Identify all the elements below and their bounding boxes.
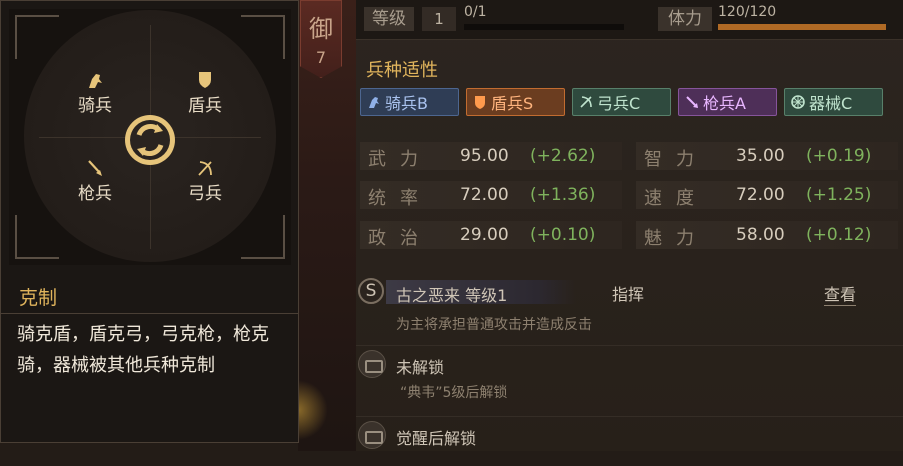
troop-aptitude-bow[interactable]: 弓兵C xyxy=(572,88,671,116)
bow-icon xyxy=(580,96,592,108)
unit-label: 骑兵 xyxy=(78,96,112,116)
stat-bonus: (+1.25) xyxy=(806,185,872,205)
troop-aptitude-cavalry[interactable]: 骑兵B xyxy=(360,88,459,116)
troop-aptitude-machine[interactable]: 器械C xyxy=(784,88,883,116)
stat-name: 智力 xyxy=(644,149,708,170)
unit-shield: 盾兵 xyxy=(175,71,235,116)
troop-aptitude-label: 器械C xyxy=(809,94,853,113)
troop-aptitude-label: 盾兵S xyxy=(491,94,534,113)
stat-row-charm: 魅力 58.00 (+0.12) xyxy=(636,221,898,249)
troop-aptitude-label: 弓兵C xyxy=(597,94,641,113)
skill-entry[interactable]: S 古之恶来 等级1 指挥 查看 为主将承担普通攻击并造成反击 xyxy=(356,276,903,340)
cycle-arrows-icon xyxy=(125,115,175,165)
stamina-text: 120/120 xyxy=(718,4,777,20)
bow-icon xyxy=(198,161,212,176)
locked-skill-slot[interactable]: 觉醒后解锁 xyxy=(356,416,903,466)
stat-name: 政治 xyxy=(368,228,432,249)
stat-bonus: (+1.36) xyxy=(530,185,596,205)
counter-title: 克制 xyxy=(19,287,58,309)
locked-slot-desc: “典韦”5级后解锁 xyxy=(400,385,508,401)
skill-view-button[interactable]: 查看 xyxy=(824,281,857,306)
troop-type-char: 御 xyxy=(309,15,333,43)
locked-slot-title: 觉醒后解锁 xyxy=(396,429,477,448)
stat-name: 速度 xyxy=(644,188,708,209)
stat-row-command: 统率 72.00 (+1.36) xyxy=(360,181,622,209)
exp-progress-bar xyxy=(464,24,624,30)
skill-name: 古之恶来 等级1 xyxy=(396,286,508,305)
stamina-progress-bar xyxy=(718,24,886,30)
lock-icon xyxy=(358,350,386,378)
level-stamina-bar: 等级 1 0/1 体力 120/120 xyxy=(356,0,903,40)
stat-bonus: (+0.12) xyxy=(806,225,872,245)
locked-skill-slot[interactable]: 未解锁 “典韦”5级后解锁 xyxy=(356,345,903,401)
stat-row-speed: 速度 72.00 (+1.25) xyxy=(636,181,898,209)
stamina-progress-fill xyxy=(718,24,886,30)
troop-aptitude-shield[interactable]: 盾兵S xyxy=(466,88,565,116)
stat-row-force: 武力 95.00 (+2.62) xyxy=(360,142,622,170)
stat-value: 29.00 xyxy=(460,225,509,245)
unit-label: 枪兵 xyxy=(78,184,112,204)
stat-value: 58.00 xyxy=(736,225,785,245)
gear-wheel-icon xyxy=(791,95,805,109)
troop-type-tag: 御 7 xyxy=(300,0,342,78)
stat-value: 95.00 xyxy=(460,146,509,166)
locked-slot-title: 未解锁 xyxy=(396,358,445,377)
counter-description: 骑克盾，盾克弓，弓克枪，枪克骑，器械被其他兵种克制 xyxy=(17,324,269,376)
troop-aptitude-spear[interactable]: 枪兵A xyxy=(678,88,777,116)
shield-icon xyxy=(199,72,211,88)
stat-name: 武力 xyxy=(368,149,432,170)
shield-icon xyxy=(475,96,485,109)
unit-cavalry: 骑兵 xyxy=(65,71,125,116)
stat-row-politics: 政治 29.00 (+0.10) xyxy=(360,221,622,249)
stat-name: 统率 xyxy=(368,188,432,209)
counter-tooltip: 骑兵 盾兵 枪兵 弓兵 克制 骑克盾，盾克弓，弓克枪，枪克骑，器械被其他兵种克制 xyxy=(0,0,299,443)
level-value: 1 xyxy=(422,7,456,31)
horse-icon xyxy=(369,97,379,108)
skill-description: 为主将承担普通攻击并造成反击 xyxy=(396,317,592,333)
general-info-panel: 等级 1 0/1 体力 120/120 兵种适性 骑兵B 盾兵S 弓兵C 枪兵A… xyxy=(356,0,903,451)
spear-icon xyxy=(686,96,698,108)
troop-aptitude-label: 骑兵B xyxy=(385,94,428,113)
troop-aptitude-label: 枪兵A xyxy=(703,94,746,113)
unit-label: 盾兵 xyxy=(188,96,222,116)
stamina-label: 体力 xyxy=(658,7,712,31)
stat-value: 35.00 xyxy=(736,146,785,166)
stat-bonus: (+0.19) xyxy=(806,146,872,166)
level-label: 等级 xyxy=(364,7,414,31)
skill-type: 指挥 xyxy=(612,285,645,304)
skill-grade-badge: S xyxy=(358,278,384,304)
stat-value: 72.00 xyxy=(460,185,509,205)
unit-label: 弓兵 xyxy=(188,184,222,204)
stat-value: 72.00 xyxy=(736,185,785,205)
stat-bonus: (+2.62) xyxy=(530,146,596,166)
lock-icon xyxy=(358,421,386,449)
stat-row-intelligence: 智力 35.00 (+0.19) xyxy=(636,142,898,170)
spear-icon xyxy=(88,160,102,176)
unit-bow: 弓兵 xyxy=(175,159,235,204)
unit-spear: 枪兵 xyxy=(65,159,125,204)
stat-name: 魅力 xyxy=(644,228,708,249)
stat-bonus: (+0.10) xyxy=(530,225,596,245)
exp-text: 0/1 xyxy=(464,4,487,20)
horse-icon xyxy=(89,74,102,88)
troop-aptitude-list: 骑兵B 盾兵S 弓兵C 枪兵A 器械C xyxy=(360,88,883,116)
troop-type-number: 7 xyxy=(315,48,327,67)
aptitude-title: 兵种适性 xyxy=(366,60,438,81)
counter-compass: 骑兵 盾兵 枪兵 弓兵 xyxy=(9,9,291,265)
